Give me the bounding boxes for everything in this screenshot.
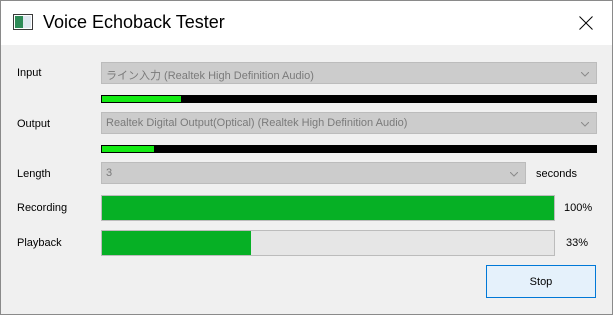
input-device-value: ライン入力 (Realtek High Definition Audio): [106, 70, 314, 82]
recording-progress-fill: [102, 196, 554, 220]
chevron-down-icon: [510, 172, 518, 177]
length-label: Length: [17, 168, 51, 180]
output-label: Output: [17, 118, 51, 130]
length-value: 3: [106, 167, 113, 179]
chevron-down-icon: [581, 122, 589, 127]
close-icon: [579, 16, 593, 30]
input-level-fill: [102, 96, 181, 102]
window-title: Voice Echoback Tester: [43, 12, 225, 32]
input-level-meter: [101, 95, 597, 103]
playback-progress-fill: [102, 231, 251, 255]
playback-progress-bar: [101, 230, 555, 256]
recording-percent: 100%: [564, 202, 593, 214]
close-button[interactable]: [566, 5, 606, 41]
stop-button[interactable]: Stop: [486, 265, 596, 298]
playback-percent: 33%: [566, 237, 589, 249]
input-label: Input: [17, 67, 42, 79]
length-select[interactable]: 3: [101, 162, 526, 184]
app-window: Voice Echoback Tester Input ライン入力 (Realt…: [0, 0, 613, 315]
output-level-fill: [102, 146, 154, 152]
output-device-value: Realtek Digital Output(Optical) (Realtek…: [106, 117, 408, 129]
chevron-down-icon: [581, 72, 589, 77]
input-device-select[interactable]: ライン入力 (Realtek High Definition Audio): [101, 62, 597, 84]
playback-label: Playback: [17, 237, 62, 249]
output-device-select[interactable]: Realtek Digital Output(Optical) (Realtek…: [101, 112, 597, 134]
output-level-meter: [101, 145, 597, 153]
app-window-icon: [13, 14, 33, 30]
length-unit: seconds: [536, 168, 577, 180]
title-bar[interactable]: Voice Echoback Tester: [1, 1, 612, 45]
recording-progress-bar: [101, 195, 555, 221]
recording-label: Recording: [17, 202, 68, 214]
